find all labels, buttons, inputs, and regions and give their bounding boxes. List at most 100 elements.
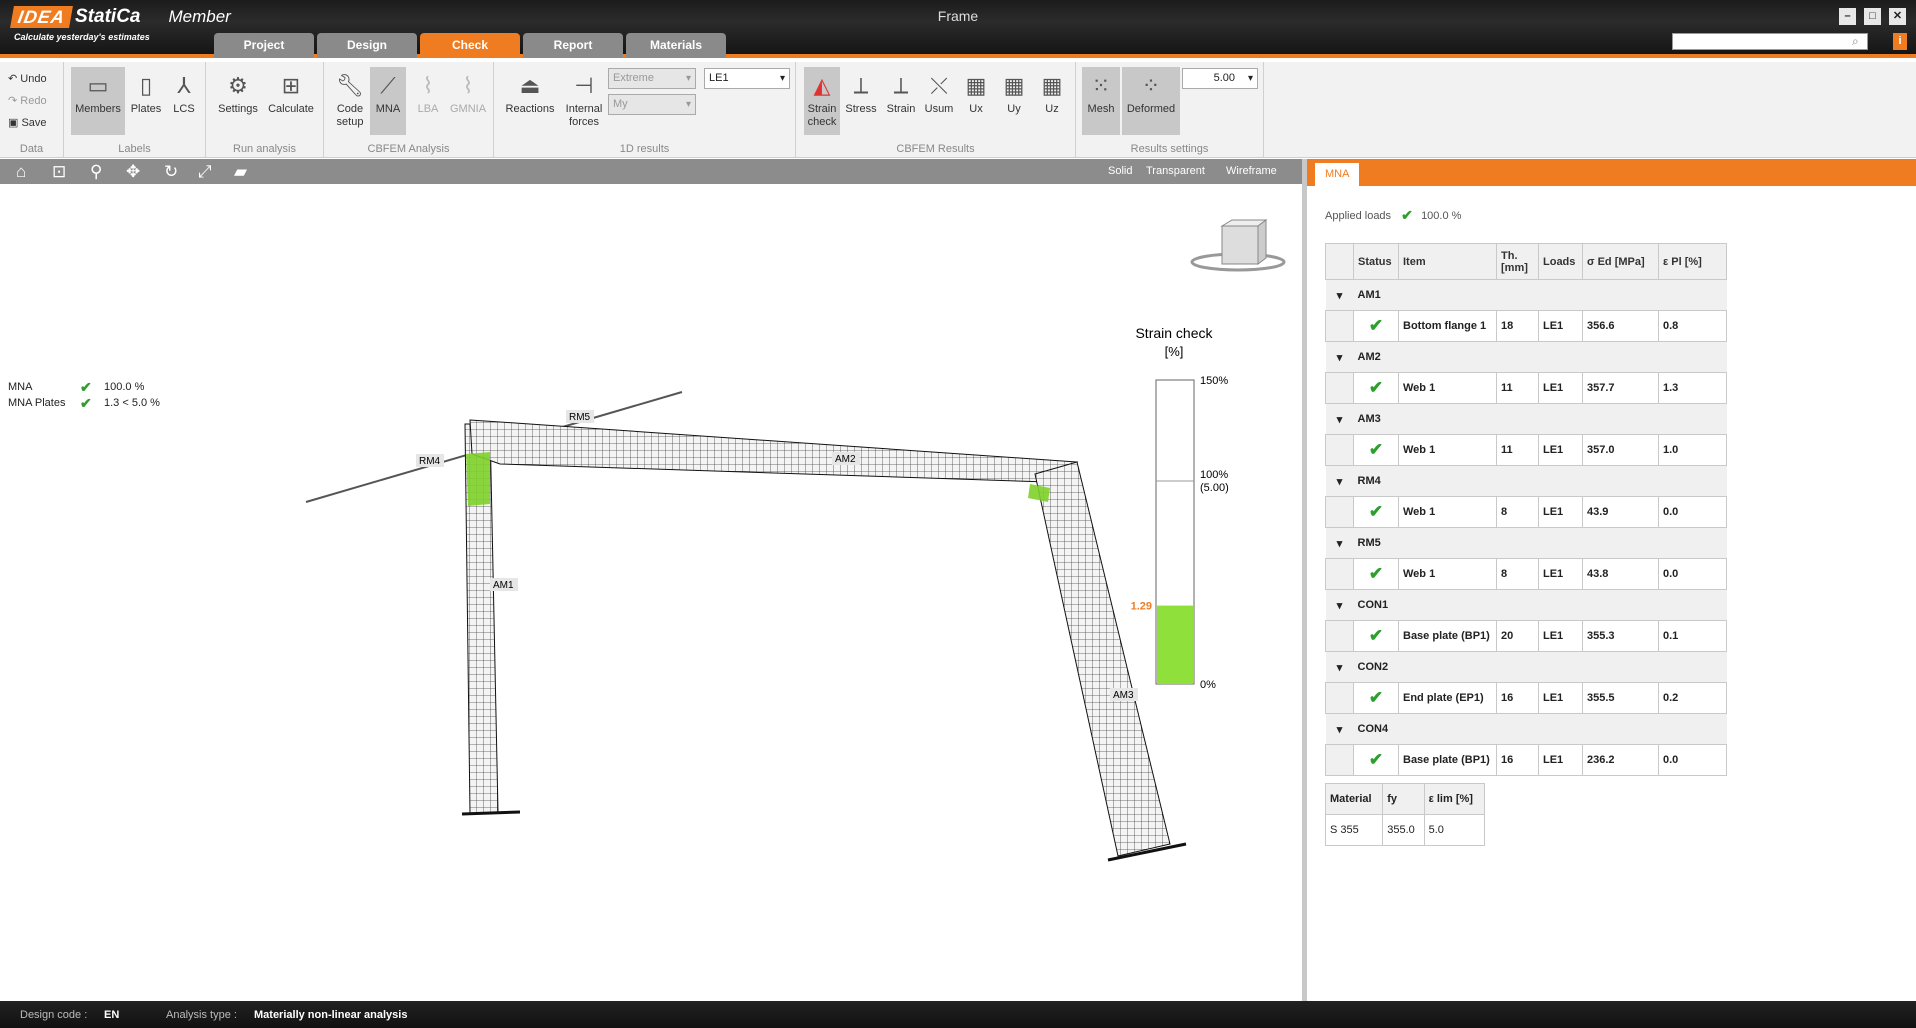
collapse-icon[interactable]: ▾ <box>1325 341 1354 373</box>
search-icon[interactable]: ⌕ <box>1852 34 1859 49</box>
tab-check[interactable]: Check <box>420 33 520 58</box>
group-1d-results: ⏏ Reactions ⊣ Internal forces Extreme My L… <box>494 62 796 158</box>
tab-project[interactable]: Project <box>214 33 314 58</box>
collapse-icon[interactable]: ▾ <box>1325 713 1354 745</box>
group-cbfem-analysis: 🔧︎ Code setup ⟋ MNA ⌇ LBA ⌇ GMNIA CBFEM Anal… <box>324 62 494 158</box>
load-case-select[interactable]: LE1 <box>704 68 790 89</box>
collapse-icon[interactable]: ▾ <box>1325 527 1354 559</box>
strain-check-button[interactable]: ◭ Strain check <box>804 67 840 135</box>
reactions-button[interactable]: ⏏ Reactions <box>502 67 558 135</box>
table-row[interactable]: ✔ Web 1 11 LE1 357.7 1.3 <box>1325 372 1727 404</box>
rotate-icon[interactable]: ↻ <box>164 162 178 182</box>
deformed-icon: ⁘ <box>1141 73 1161 98</box>
table-row[interactable]: ✔ Bottom flange 1 18 LE1 356.6 0.8 <box>1325 310 1727 342</box>
usum-button[interactable]: ⤬ Usum <box>920 67 958 135</box>
plates-button[interactable]: ▯ Plates <box>128 67 164 135</box>
model-viewport[interactable]: RM5 RM4 AM2 AM1 AM3 Strain check [%] 150… <box>0 184 1302 1001</box>
group-row[interactable]: ▾ CON2 <box>1325 651 1727 683</box>
group-row[interactable]: ▾ CON1 <box>1325 589 1727 621</box>
cell-thickness: 8 <box>1496 496 1539 528</box>
header-thickness[interactable]: Th. [mm] <box>1496 243 1539 280</box>
table-row[interactable]: ✔ Web 1 11 LE1 357.0 1.0 <box>1325 434 1727 466</box>
fit-icon[interactable]: ⤢ <box>198 162 212 182</box>
uz-button[interactable]: ▦ Uz <box>1034 67 1070 135</box>
check-icon: ✔ <box>80 378 92 395</box>
group-label: 1D results <box>619 143 670 155</box>
code-setup-button[interactable]: 🔧︎ Code setup <box>332 67 368 135</box>
internal-forces-button[interactable]: ⊣ Internal forces <box>560 67 608 135</box>
calculate-button[interactable]: ⊞ Calculate <box>266 67 316 135</box>
home-icon[interactable]: ⌂ <box>16 162 26 182</box>
component-select[interactable]: My <box>608 94 696 115</box>
mna-button[interactable]: ⟋ MNA <box>370 67 406 135</box>
header-item[interactable]: Item <box>1398 243 1497 280</box>
view-transparent[interactable]: Transparent <box>1146 165 1205 177</box>
cell-loads: LE1 <box>1538 372 1583 404</box>
group-row[interactable]: ▾ RM4 <box>1325 465 1727 497</box>
table-row[interactable]: ✔ Base plate (BP1) 16 LE1 236.2 0.0 <box>1325 744 1727 776</box>
group-row[interactable]: ▾ AM2 <box>1325 341 1727 373</box>
header-epsilon[interactable]: ε Pl [%] <box>1658 243 1727 280</box>
cell-thickness: 16 <box>1496 744 1539 776</box>
plates-label: Plates <box>130 103 162 115</box>
lba-button[interactable]: ⌇ LBA <box>410 67 446 135</box>
gmnia-label: GMNIA <box>449 103 487 115</box>
view-cube[interactable] <box>1190 219 1286 272</box>
maximize-icon[interactable]: □ <box>1864 8 1881 25</box>
settings-button[interactable]: ⚙ Settings <box>216 67 260 135</box>
header-sigma[interactable]: σ Ed [MPa] <box>1582 243 1659 280</box>
close-icon[interactable]: ✕ <box>1889 8 1906 25</box>
analysis-type-value: Materially non-linear analysis <box>254 1009 408 1021</box>
zoom-icon[interactable]: ⚲ <box>90 162 102 182</box>
tab-mna[interactable]: MNA <box>1315 163 1360 186</box>
members-button[interactable]: ▭ Members <box>71 67 125 135</box>
strain-button[interactable]: ⟂ Strain <box>882 67 920 135</box>
lcs-button[interactable]: ⅄ LCS <box>166 67 202 135</box>
tab-report[interactable]: Report <box>523 33 623 58</box>
group-row[interactable]: ▾ AM3 <box>1325 403 1727 435</box>
uy-button[interactable]: ▦ Uy <box>996 67 1032 135</box>
save-button[interactable]: ▣ Save <box>8 116 47 129</box>
deformed-button[interactable]: ⁘ Deformed <box>1122 67 1180 135</box>
group-row[interactable]: ▾ CON4 <box>1325 713 1727 745</box>
table-row[interactable]: ✔ End plate (EP1) 16 LE1 355.5 0.2 <box>1325 682 1727 714</box>
tab-materials[interactable]: Materials <box>626 33 726 58</box>
collapse-icon[interactable]: ▾ <box>1325 465 1354 497</box>
pan-icon[interactable]: ✥ <box>126 162 140 182</box>
collapse-icon[interactable]: ▾ <box>1325 589 1354 621</box>
table-row[interactable]: ✔ Web 1 8 LE1 43.8 0.0 <box>1325 558 1727 590</box>
deformation-scale-input[interactable]: 5.00 <box>1182 68 1258 89</box>
tab-design[interactable]: Design <box>317 33 417 58</box>
table-row[interactable]: ✔ Base plate (BP1) 20 LE1 355.3 0.1 <box>1325 620 1727 652</box>
table-row[interactable]: ✔ Web 1 8 LE1 43.9 0.0 <box>1325 496 1727 528</box>
header-loads[interactable]: Loads <box>1538 243 1583 280</box>
group-row[interactable]: ▾ AM1 <box>1325 279 1727 311</box>
model-3d[interactable]: RM5 RM4 AM2 AM1 AM3 Strain check [%] 150… <box>0 184 1302 1001</box>
search-input[interactable] <box>1672 33 1868 50</box>
header-status[interactable]: Status <box>1353 243 1399 280</box>
minimize-icon[interactable]: – <box>1839 8 1856 25</box>
info-icon[interactable]: i <box>1893 33 1907 50</box>
undo-button[interactable]: ↶ Undo <box>8 72 47 85</box>
cell-thickness: 16 <box>1496 682 1539 714</box>
cell-item: Base plate (BP1) <box>1398 620 1497 652</box>
redo-button[interactable]: ↷ Redo <box>8 94 47 107</box>
extreme-select[interactable]: Extreme <box>608 68 696 89</box>
group-row[interactable]: ▾ RM5 <box>1325 527 1727 559</box>
cell-loads: LE1 <box>1538 496 1583 528</box>
eraser-icon[interactable]: ▰ <box>234 162 247 182</box>
stress-button[interactable]: ⟂ Stress <box>842 67 880 135</box>
view-wireframe[interactable]: Wireframe <box>1226 165 1277 177</box>
row-indent <box>1325 434 1354 466</box>
zoom-window-icon[interactable]: ⊡ <box>52 162 66 182</box>
view-solid[interactable]: Solid <box>1108 165 1132 177</box>
member-label-am3: AM3 <box>1113 690 1134 701</box>
collapse-icon[interactable]: ▾ <box>1325 403 1354 435</box>
gmnia-button[interactable]: ⌇ GMNIA <box>446 67 490 135</box>
collapse-icon[interactable]: ▾ <box>1325 279 1354 311</box>
ux-button[interactable]: ▦ Ux <box>958 67 994 135</box>
axes-icon: ⅄ <box>177 73 191 98</box>
window-title: Frame <box>937 8 979 24</box>
collapse-icon[interactable]: ▾ <box>1325 651 1354 683</box>
mesh-button[interactable]: ⁙ Mesh <box>1082 67 1120 135</box>
